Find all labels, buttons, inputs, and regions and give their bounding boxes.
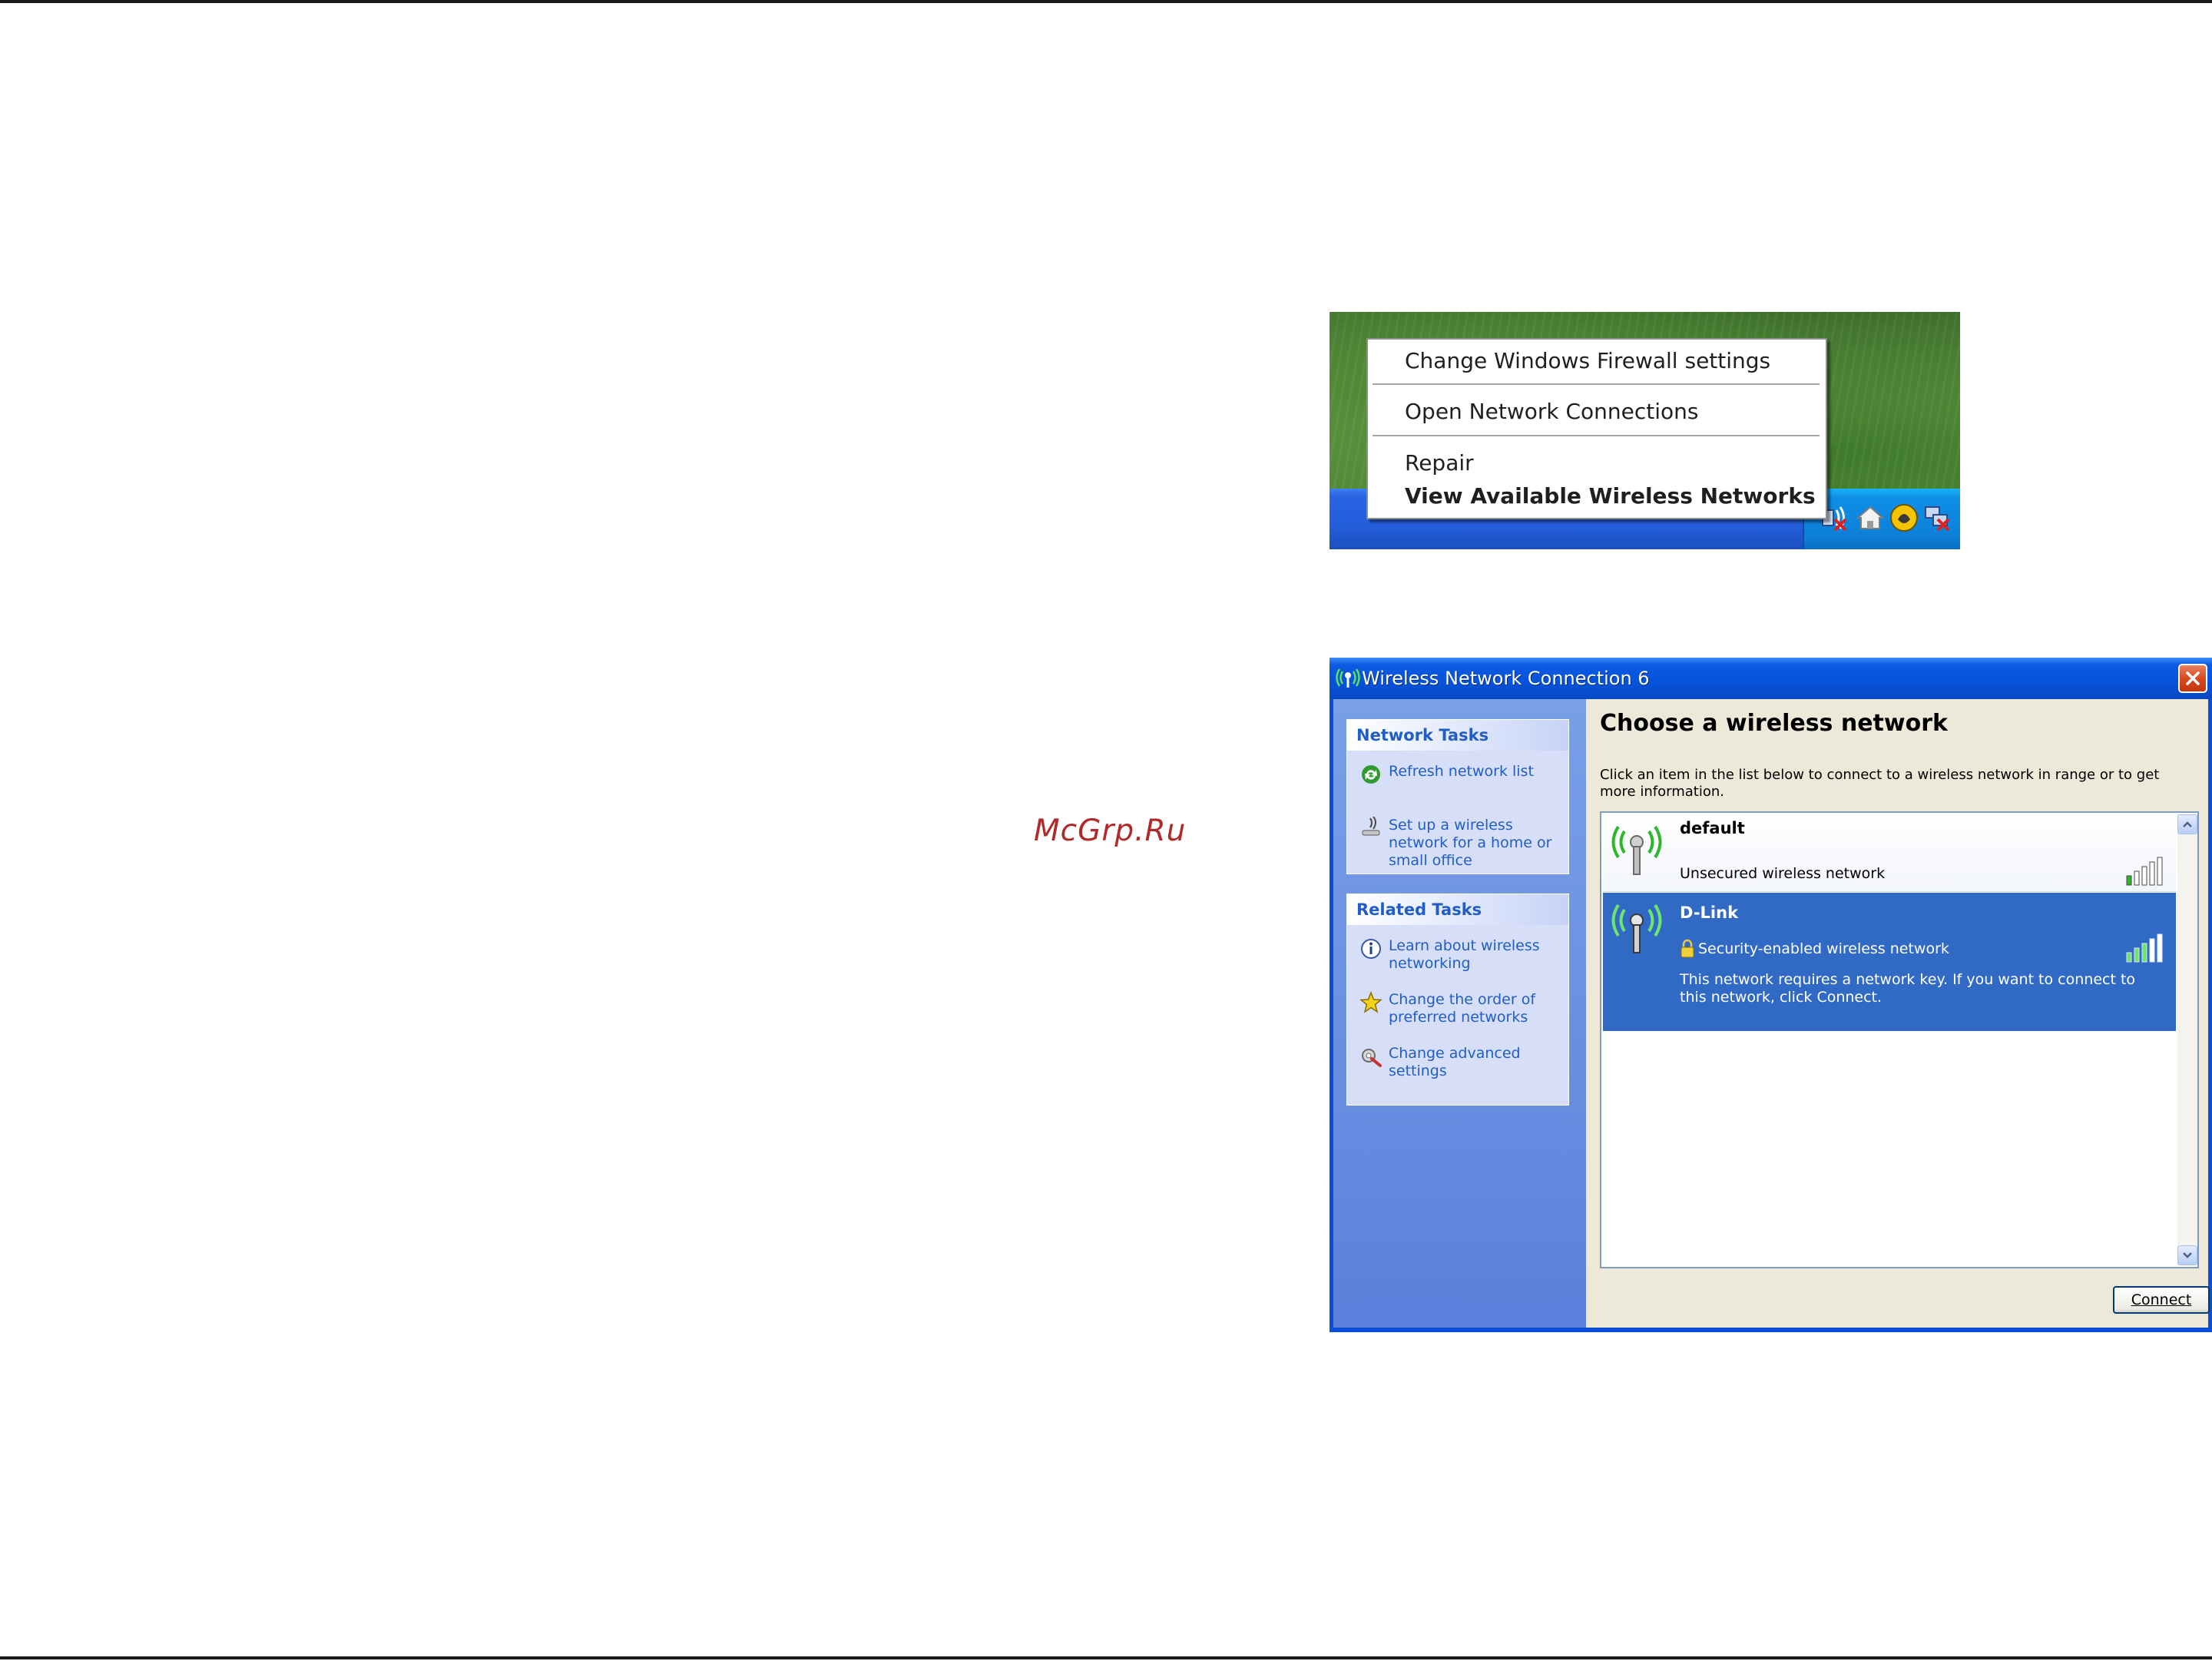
wireless-network-list: default Unsecured wireless network D-Lin… bbox=[1600, 811, 2199, 1268]
network-name: default bbox=[1680, 819, 1745, 837]
signal-strength-icon bbox=[2126, 933, 2163, 963]
tray-menu-screenshot: Change Windows Firewall settings Open Ne… bbox=[1330, 312, 1960, 549]
network-item-dlink[interactable]: D-Link Security-enabled wireless network… bbox=[1603, 893, 2176, 1031]
close-button[interactable] bbox=[2178, 664, 2207, 693]
watermark-text: McGrp.Ru bbox=[1034, 814, 1187, 848]
chevron-down-icon bbox=[2183, 1252, 2192, 1258]
tasks-pane: Network Tasks Refresh network list Set u… bbox=[1333, 699, 1586, 1328]
refresh-icon bbox=[1362, 765, 1380, 784]
lock-icon bbox=[1681, 939, 1694, 958]
info-icon bbox=[1361, 939, 1381, 959]
wireless-antenna-icon bbox=[1611, 903, 1662, 953]
security-alert-icon[interactable] bbox=[1889, 502, 1919, 533]
window-title: Wireless Network Connection 6 bbox=[1362, 668, 1650, 689]
network-status: Unsecured wireless network bbox=[1680, 865, 1886, 882]
menu-separator bbox=[1373, 383, 1820, 386]
dialog-body: Network Tasks Refresh network list Set u… bbox=[1333, 699, 2210, 1328]
wireless-dialog-window: Wireless Network Connection 6 Network Ta… bbox=[1330, 658, 2212, 1332]
task-label: Change the order of preferred networks bbox=[1389, 991, 1536, 1026]
network-tasks-header: Network Tasks bbox=[1347, 720, 1568, 751]
close-icon bbox=[2186, 671, 2200, 685]
signal-strength-icon bbox=[2126, 857, 2163, 886]
page-title: Choose a wireless network bbox=[1600, 710, 1948, 737]
task-change-advanced-settings[interactable]: Change advanced settings bbox=[1359, 1045, 1565, 1082]
menu-item-view-wireless-networks[interactable]: View Available Wireless Networks bbox=[1405, 481, 1816, 512]
page-bottom-rule bbox=[0, 1656, 2212, 1659]
page-top-rule bbox=[0, 0, 2212, 3]
network-item-default[interactable]: default Unsecured wireless network bbox=[1603, 814, 2176, 892]
related-tasks-header: Related Tasks bbox=[1347, 894, 1568, 925]
tray-context-menu: Change Windows Firewall settings Open Ne… bbox=[1366, 338, 1827, 519]
settings-icon bbox=[1362, 1049, 1382, 1067]
list-scrollbar[interactable] bbox=[2177, 814, 2197, 1265]
wireless-antenna-icon bbox=[1336, 668, 1360, 688]
network-name: D-Link bbox=[1680, 903, 1739, 922]
connect-button[interactable]: Connect bbox=[2113, 1286, 2210, 1314]
chevron-up-icon bbox=[2183, 821, 2192, 827]
scroll-up-button[interactable] bbox=[2177, 814, 2197, 834]
wireless-antenna-icon bbox=[1611, 825, 1662, 875]
network-status: Security-enabled wireless network bbox=[1698, 940, 1949, 957]
task-label: Learn about wireless networking bbox=[1389, 937, 1540, 972]
wireless-setup-icon bbox=[1362, 817, 1380, 836]
task-change-preferred-order[interactable]: Change the order of preferred networks bbox=[1359, 991, 1565, 1028]
network-tasks-panel: Network Tasks Refresh network list Set u… bbox=[1346, 719, 1569, 874]
connect-label: Connect bbox=[2131, 1291, 2192, 1308]
home-icon[interactable] bbox=[1855, 502, 1886, 533]
menu-item-firewall-settings[interactable]: Change Windows Firewall settings bbox=[1405, 346, 1770, 376]
network-key-note: This network requires a network key. If … bbox=[1680, 971, 2136, 1006]
main-pane: Choose a wireless network Click an item … bbox=[1586, 699, 2210, 1328]
menu-item-repair[interactable]: Repair bbox=[1405, 448, 1474, 479]
task-label: Set up a wireless network for a home or … bbox=[1389, 817, 1552, 869]
title-bar: Wireless Network Connection 6 bbox=[1330, 658, 2212, 699]
scroll-down-button[interactable] bbox=[2177, 1245, 2197, 1265]
instructions-text: Click an item in the list below to conne… bbox=[1600, 767, 2160, 800]
star-icon bbox=[1359, 991, 1382, 1013]
menu-separator bbox=[1373, 435, 1820, 437]
related-tasks-panel: Related Tasks Learn about wireless netwo… bbox=[1346, 893, 1569, 1106]
task-learn-wireless[interactable]: Learn about wireless networking bbox=[1359, 937, 1565, 974]
task-label: Change advanced settings bbox=[1389, 1045, 1521, 1079]
menu-item-open-network-connections[interactable]: Open Network Connections bbox=[1405, 396, 1699, 427]
task-setup-wireless-network[interactable]: Set up a wireless network for a home or … bbox=[1359, 817, 1565, 869]
network-disconnected-icon[interactable] bbox=[1922, 502, 1953, 533]
task-refresh-network-list[interactable]: Refresh network list bbox=[1359, 763, 1565, 786]
task-label: Refresh network list bbox=[1389, 763, 1534, 780]
